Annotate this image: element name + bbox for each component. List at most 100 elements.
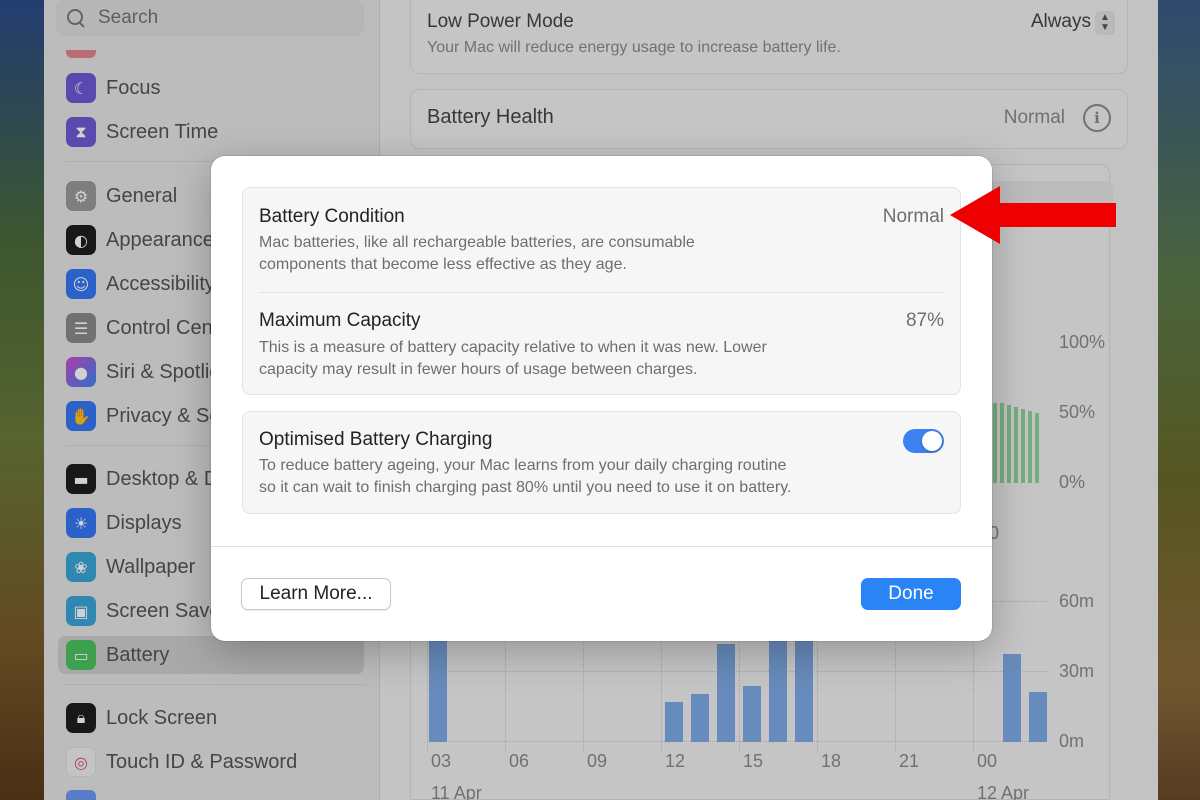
learn-more-button[interactable]: Learn More... — [241, 578, 391, 610]
battery-condition-value: Normal — [882, 206, 944, 227]
maximum-capacity-title: Maximum Capacity — [259, 310, 421, 331]
done-button[interactable]: Done — [861, 578, 961, 610]
red-arrow-annotation — [950, 186, 1116, 244]
sidebar-item-screen-time[interactable]: ⧗ Screen Time — [58, 113, 364, 151]
usage-bar — [1003, 654, 1021, 742]
hour-label: 18 — [821, 751, 842, 771]
battery-health-title: Battery Health — [427, 106, 554, 128]
maximum-capacity-value: 87% — [905, 310, 944, 331]
optimised-charging-title: Optimised Battery Charging — [259, 429, 493, 450]
battery-health-row: Battery Health Normal i — [410, 89, 1128, 149]
date-label-11-apr: 11 Apr — [431, 783, 482, 800]
toggle-knob — [922, 431, 942, 451]
sidebar-item-label: Wallpaper — [106, 555, 196, 578]
usage-bar — [665, 702, 683, 742]
gear-icon: ⚙ — [66, 181, 96, 211]
usage-bar — [691, 694, 709, 742]
low-power-mode-title: Low Power Mode — [427, 11, 574, 32]
low-power-mode-row: Low Power Mode Your Mac will reduce ener… — [410, 0, 1128, 74]
battery-level-bar — [1000, 403, 1004, 483]
sidebar-item-label: Accessibility — [106, 272, 215, 295]
users-icon-partial — [66, 790, 96, 800]
desktop-icon: ▬ — [66, 464, 96, 494]
battery-level-bar — [993, 403, 997, 483]
sidebar-item-battery[interactable]: ▭ Battery — [58, 636, 364, 674]
usage-tick-60m: 60m — [1059, 591, 1095, 611]
appearance-icon: ◐ — [66, 225, 96, 255]
battery-health-value: Normal — [1003, 107, 1065, 128]
search-input[interactable] — [98, 7, 338, 29]
level-tick-50: 50% — [1059, 402, 1096, 422]
sidebar-item-label: General — [106, 184, 178, 207]
usage-tick-30m: 30m — [1059, 661, 1095, 681]
usage-tick-0m: 0m — [1059, 731, 1085, 751]
battery-level-bar — [1028, 411, 1032, 483]
maximum-capacity-desc-line1: This is a measure of battery capacity re… — [259, 339, 767, 356]
usage-bar — [1029, 692, 1047, 742]
hourglass-icon: ⧗ — [66, 117, 96, 147]
battery-health-dialog: Battery Condition Normal Mac batteries, … — [211, 156, 992, 641]
optimised-charging-desc-line1: To reduce battery ageing, your Mac learn… — [259, 457, 787, 474]
moon-icon: ☾ — [66, 73, 96, 103]
sidebar-item-label: Displays — [106, 511, 182, 534]
hour-label: 15 — [743, 751, 764, 771]
hour-label: 21 — [899, 751, 920, 771]
low-power-mode-desc: Your Mac will reduce energy usage to inc… — [427, 39, 841, 56]
date-label-12-apr: 12 Apr — [977, 783, 1030, 800]
sidebar-item-focus[interactable]: ☾ Focus — [58, 69, 364, 107]
sidebar-item-label: Battery — [106, 643, 170, 666]
usage-bar — [717, 644, 735, 742]
sidebar-item-label: Appearance — [106, 228, 214, 251]
screen-saver-icon: ▣ — [66, 596, 96, 626]
row-divider — [259, 292, 944, 293]
control-centre-icon: ☰ — [66, 313, 96, 343]
notifications-icon-partial — [66, 50, 96, 58]
sidebar-item-label: Lock Screen — [106, 706, 218, 729]
gridline — [429, 671, 1047, 672]
optimised-charging-group: Optimised Battery Charging To reduce bat… — [242, 411, 961, 514]
fingerprint-icon: ◎ — [66, 747, 96, 777]
hour-label: 09 — [587, 751, 608, 771]
maximum-capacity-desc-line2: capacity may result in fewer hours of us… — [259, 361, 698, 378]
battery-icon: ▭ — [66, 640, 96, 670]
hour-label: 03 — [431, 751, 452, 771]
sidebar-item-label: Focus — [106, 76, 161, 99]
flower-icon: ❀ — [66, 552, 96, 582]
battery-level-bar — [1021, 409, 1025, 483]
low-power-mode-value[interactable]: Always — [1031, 11, 1091, 33]
desktop-wallpaper-right — [1158, 0, 1200, 800]
accessibility-icon: ☺ — [66, 269, 96, 299]
popup-stepper-icon[interactable]: ▲ ▼ — [1095, 11, 1115, 35]
search-icon — [66, 8, 86, 28]
battery-condition-desc-line1: Mac batteries, like all rechargeable bat… — [259, 234, 695, 251]
battery-level-bar — [1014, 407, 1018, 483]
battery-info-group: Battery Condition Normal Mac batteries, … — [242, 187, 961, 395]
hand-icon: ✋ — [66, 401, 96, 431]
sidebar-item-label: Screen Saver — [106, 599, 228, 622]
dialog-footer-divider — [211, 546, 992, 547]
sidebar-item-lock-screen[interactable]: 🔒︎ Lock Screen — [58, 699, 364, 737]
sun-icon: ☀ — [66, 508, 96, 538]
level-tick-100: 100% — [1059, 332, 1106, 352]
optimised-charging-toggle[interactable] — [903, 429, 944, 453]
sidebar-item-label: Screen Time — [106, 120, 219, 143]
siri-icon: ● — [66, 357, 96, 387]
gridline — [429, 741, 1047, 742]
hour-label: 00 — [977, 751, 998, 771]
battery-level-bar — [1035, 413, 1039, 483]
hour-label: 06 — [509, 751, 530, 771]
battery-level-bar — [1007, 405, 1011, 483]
optimised-charging-desc-line2: so it can wait to finish charging past 8… — [259, 479, 792, 496]
usage-bar — [743, 686, 761, 742]
sidebar-item-label: Touch ID & Password — [106, 750, 298, 773]
sidebar-item-touch-id-password[interactable]: ◎ Touch ID & Password — [58, 743, 364, 781]
desktop-wallpaper-left — [0, 0, 44, 800]
search-field[interactable] — [56, 0, 364, 36]
hour-label: 12 — [665, 751, 686, 771]
info-icon[interactable]: i — [1083, 104, 1111, 132]
battery-condition-desc-line2: components that become less effective as… — [259, 256, 627, 273]
level-tick-0: 0% — [1059, 472, 1086, 492]
lock-icon: 🔒︎ — [66, 703, 96, 733]
battery-condition-title: Battery Condition — [259, 206, 405, 227]
sidebar-divider — [66, 684, 366, 685]
